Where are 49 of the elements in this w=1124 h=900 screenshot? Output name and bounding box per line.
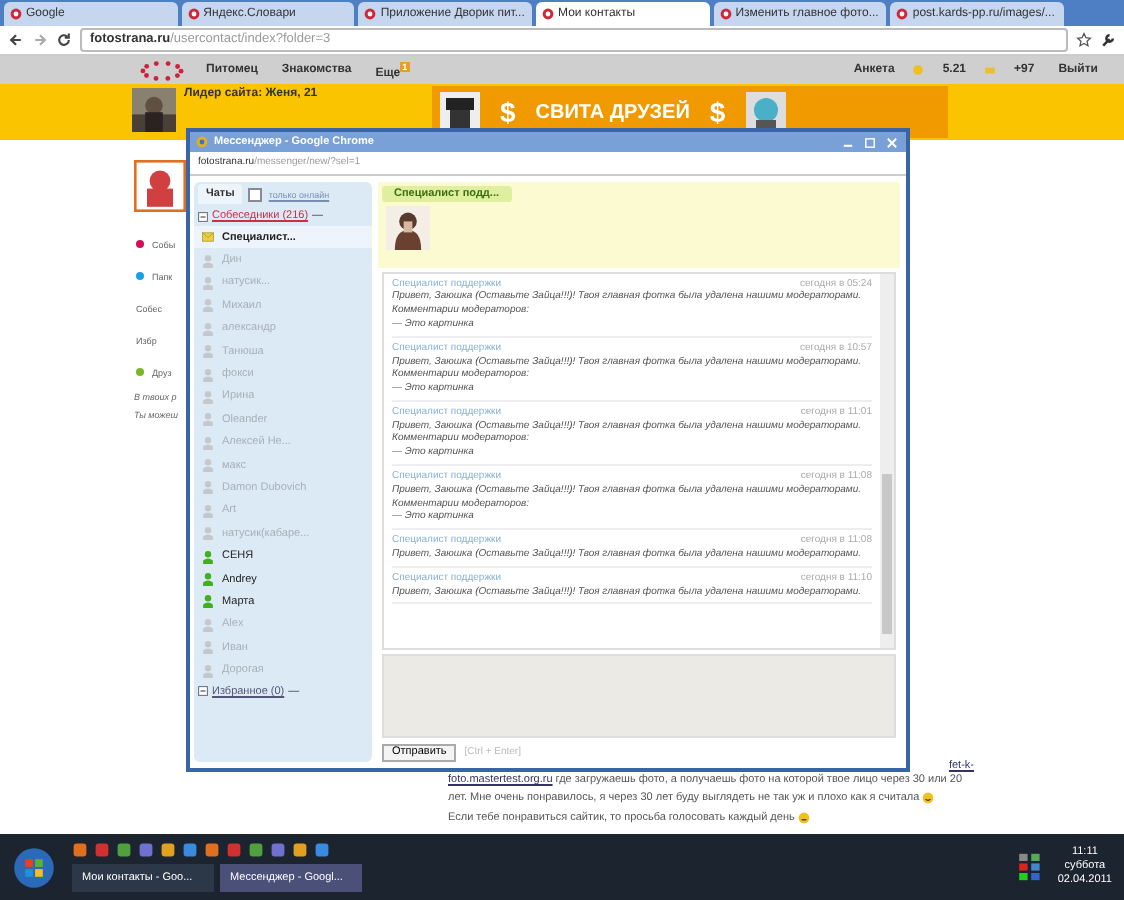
- site-icon: [187, 8, 200, 20]
- checkbox[interactable]: [248, 187, 263, 201]
- site-icon: [719, 8, 732, 20]
- tray-icons-drawing[interactable]: [1017, 852, 1042, 882]
- person-icon: [202, 572, 214, 587]
- site-icon: [364, 8, 377, 20]
- message-input[interactable]: [382, 653, 896, 739]
- person-icon: [202, 253, 214, 268]
- dollar-sign: $: [500, 96, 516, 128]
- coin-icon: [912, 64, 925, 76]
- person-icon: [202, 298, 214, 313]
- person-icon: [202, 549, 214, 564]
- smiley-icon: [797, 811, 810, 824]
- collapse-icon[interactable]: [198, 686, 208, 697]
- person-icon: [202, 412, 214, 427]
- back-icon[interactable]: [8, 32, 24, 48]
- maximize-icon[interactable]: [862, 135, 878, 149]
- envelope-icon: [202, 230, 214, 245]
- dollar-sign: $: [709, 96, 726, 128]
- smiley-icon: [922, 791, 935, 804]
- person-icon: [202, 435, 214, 450]
- start-button[interactable]: [12, 845, 56, 889]
- person-icon: [202, 367, 214, 382]
- star-icon[interactable]: [1076, 32, 1092, 48]
- person-icon: [202, 617, 214, 632]
- person-icon: [202, 344, 214, 359]
- close-icon[interactable]: [884, 135, 900, 149]
- chrome-icon: [196, 136, 208, 148]
- person-icon: [202, 275, 214, 290]
- person-icon: [202, 480, 214, 495]
- person-icon: [202, 458, 214, 473]
- person-icon: [202, 663, 214, 678]
- person-icon: [202, 321, 214, 336]
- person-icon: [202, 389, 214, 404]
- scroll-thumb[interactable]: [882, 473, 892, 634]
- person-icon: [202, 503, 214, 518]
- person-icon: [202, 640, 214, 655]
- site-icon: [10, 8, 22, 20]
- logo-icon[interactable]: [136, 59, 188, 81]
- wrench-icon[interactable]: [1100, 32, 1116, 48]
- banknote-icon: [984, 64, 997, 76]
- person-icon: [202, 526, 214, 541]
- site-icon: [542, 8, 555, 20]
- scrollbar[interactable]: [880, 273, 894, 648]
- site-icon: [896, 8, 909, 20]
- person-icon: [202, 594, 214, 609]
- reload-icon[interactable]: [56, 32, 72, 48]
- collapse-icon[interactable]: [198, 211, 208, 221]
- promo-title: СВИТА ДРУЗЕЙ: [535, 101, 690, 123]
